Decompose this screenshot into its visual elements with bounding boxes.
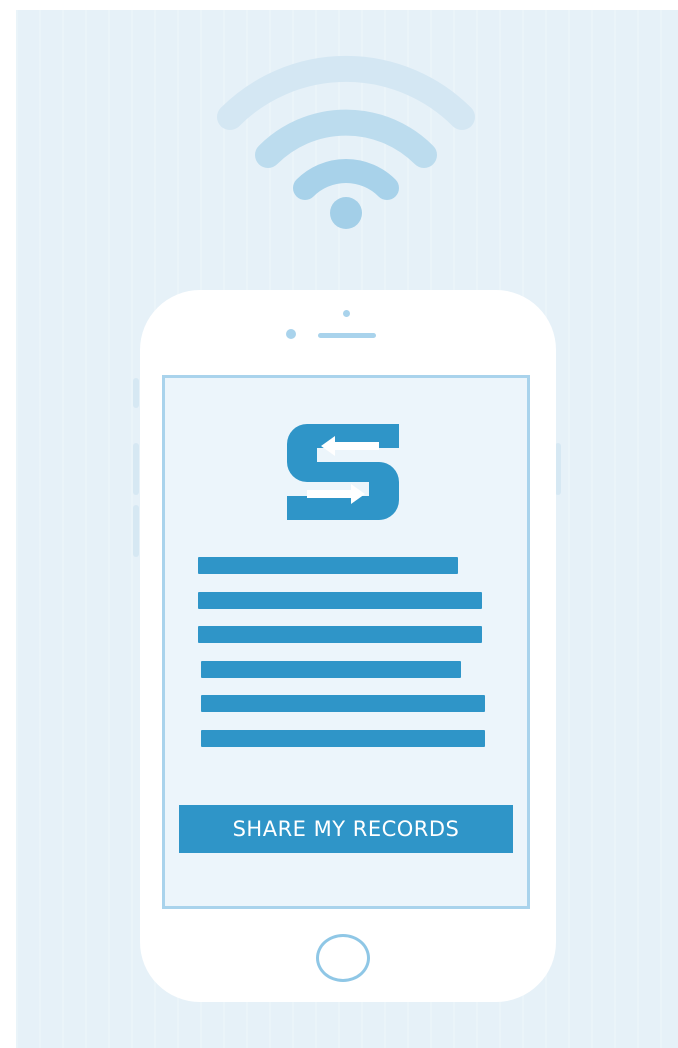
record-line <box>201 695 485 712</box>
s-arrows-logo-icon <box>287 424 399 520</box>
volume-up-button <box>133 378 139 408</box>
record-line <box>198 557 458 574</box>
phone-device: SHARE MY RECORDS <box>140 290 556 1002</box>
share-my-records-button[interactable]: SHARE MY RECORDS <box>179 805 513 853</box>
phone-screen: SHARE MY RECORDS <box>162 375 530 909</box>
record-line <box>198 592 482 609</box>
wifi-icon <box>217 56 475 229</box>
record-line <box>201 661 461 678</box>
earpiece-speaker <box>318 333 376 338</box>
volume-down-button <box>133 443 139 495</box>
record-line <box>198 626 482 643</box>
proximity-sensor <box>343 310 350 317</box>
record-line <box>201 730 485 747</box>
home-button[interactable] <box>316 934 370 982</box>
mute-switch <box>133 505 139 557</box>
front-camera <box>286 329 296 339</box>
